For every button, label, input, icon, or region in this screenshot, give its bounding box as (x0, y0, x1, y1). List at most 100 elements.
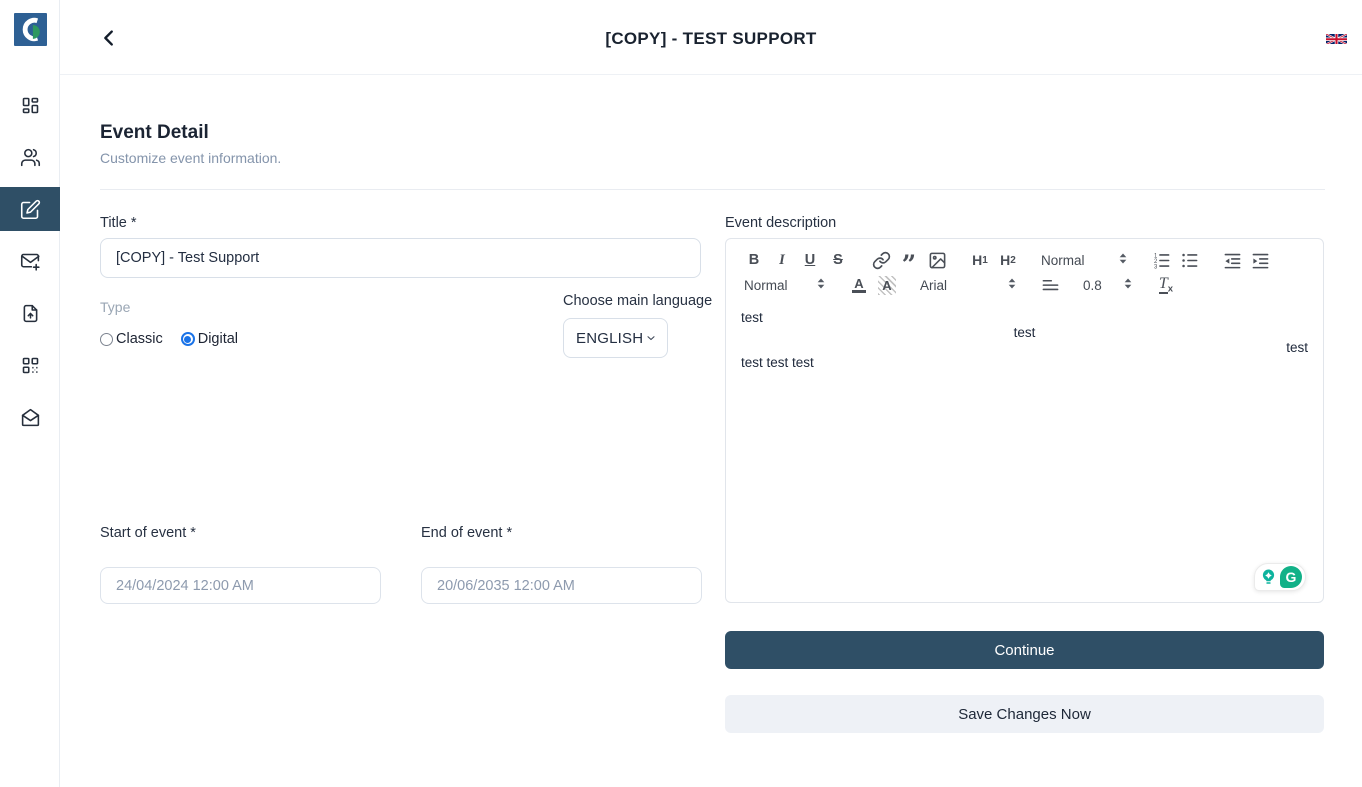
insert-image-button[interactable] (923, 248, 951, 272)
updown-arrows-icon (816, 277, 826, 293)
radio-digital-label: Digital (198, 331, 238, 347)
language-flag-uk[interactable] (1326, 31, 1347, 46)
main-content: Event Detail Customize event information… (60, 75, 1362, 787)
size-select-value: Normal (744, 278, 788, 293)
editor-line[interactable]: test test test (741, 355, 1308, 370)
page-title: Event Detail (100, 122, 209, 144)
background-color-icon: A (878, 276, 895, 295)
font-select[interactable]: Arial (916, 273, 1021, 297)
toolbar-row-2: Normal A A Arial (740, 273, 1311, 297)
updown-arrows-icon (1118, 252, 1128, 268)
heading2-button[interactable]: H2 (994, 248, 1022, 272)
bullet-list-icon (1180, 251, 1199, 270)
editor-line[interactable]: test (741, 340, 1308, 355)
paragraph-style-select[interactable]: Normal (1037, 248, 1132, 272)
radio-digital-checked[interactable] (181, 332, 195, 346)
ordered-list-button[interactable]: 1 2 3 (1147, 248, 1175, 272)
radio-classic-unchecked[interactable] (100, 333, 113, 346)
sidebar-item-mail-add[interactable] (0, 235, 60, 287)
ordered-list-icon: 1 2 3 (1152, 251, 1171, 270)
background-color-button[interactable]: A (873, 273, 901, 297)
grammarly-widget[interactable]: G (1254, 563, 1306, 591)
uk-flag-icon (1326, 34, 1347, 45)
mail-open-icon (20, 407, 41, 428)
radio-classic-label: Classic (116, 331, 163, 347)
toolbar-row-1: B I U S ” (740, 248, 1311, 272)
outdent-icon (1223, 251, 1242, 270)
italic-button[interactable]: I (768, 248, 796, 272)
paragraph-style-value: Normal (1041, 253, 1085, 268)
page-subtitle: Customize event information. (100, 150, 281, 166)
clear-format-icon: Tx (1159, 275, 1173, 295)
sidebar-item-dashboard[interactable] (0, 79, 60, 131)
text-color-button[interactable]: A (845, 273, 873, 297)
underline-button[interactable]: U (796, 248, 824, 272)
bullet-list-button[interactable] (1175, 248, 1203, 272)
image-icon (928, 251, 947, 270)
rich-text-editor: B I U S ” (725, 238, 1324, 603)
strikethrough-icon: S (833, 252, 843, 268)
underline-icon: U (805, 252, 815, 268)
indent-button[interactable] (1246, 248, 1274, 272)
sidebar-item-mail-open[interactable] (0, 391, 60, 443)
italic-icon: I (779, 252, 785, 269)
language-block: Choose main language ENGLISH (563, 293, 701, 358)
end-date-field: End of event * (421, 525, 702, 604)
event-form: Title * Type Classic Digital Choose main… (100, 215, 701, 635)
font-select-value: Arial (920, 278, 947, 293)
end-date-label: End of event * (421, 525, 702, 541)
grammarly-logo-icon: G (1280, 566, 1302, 588)
strikethrough-button[interactable]: S (824, 248, 852, 272)
type-radio-group: Classic Digital (100, 331, 250, 347)
mail-add-icon (20, 251, 41, 272)
updown-arrows-icon (1123, 277, 1133, 293)
sidebar-item-users[interactable] (0, 131, 60, 183)
clear-format-button[interactable]: Tx (1152, 273, 1180, 297)
save-changes-button[interactable]: Save Changes Now (725, 695, 1324, 733)
insert-link-button[interactable] (867, 248, 895, 272)
radio-option-classic[interactable]: Classic (100, 331, 163, 347)
end-date-input[interactable] (421, 567, 702, 604)
users-icon (20, 147, 41, 168)
editor-content[interactable]: test test test test test test (726, 302, 1323, 378)
updown-arrows-icon (1007, 277, 1017, 293)
sidebar-nav (0, 79, 60, 443)
sidebar-item-edit-event[interactable] (0, 187, 60, 231)
editor-toolbar: B I U S ” (726, 239, 1323, 302)
line-height-select[interactable]: 0.8 (1079, 273, 1137, 297)
bold-button[interactable]: B (740, 248, 768, 272)
continue-button[interactable]: Continue (725, 631, 1324, 669)
indent-icon (1251, 251, 1270, 270)
start-date-label: Start of event * (100, 525, 381, 541)
blockquote-button[interactable]: ” (895, 248, 923, 272)
link-icon (872, 251, 891, 270)
editor-line[interactable]: test (741, 310, 1308, 325)
blockquote-icon: ” (902, 261, 916, 269)
qr-code-icon (20, 355, 41, 376)
language-label: Choose main language (563, 293, 701, 309)
text-color-icon: A (852, 277, 865, 293)
app-logo[interactable] (14, 13, 47, 46)
sidebar-item-qr-code[interactable] (0, 339, 60, 391)
section-divider (100, 189, 1325, 190)
editor-line[interactable]: test (741, 325, 1308, 340)
start-date-input[interactable] (100, 567, 381, 604)
page-header-title: [COPY] - TEST SUPPORT (60, 29, 1362, 49)
start-date-field: Start of event * (100, 525, 381, 604)
edit-icon (20, 199, 41, 220)
radio-option-digital[interactable]: Digital (181, 331, 238, 347)
bold-icon: B (749, 252, 759, 268)
type-label: Type (100, 299, 130, 315)
size-select[interactable]: Normal (740, 273, 830, 297)
header: [COPY] - TEST SUPPORT (60, 0, 1362, 75)
language-select[interactable]: ENGLISH (563, 318, 668, 358)
svg-text:3: 3 (1153, 264, 1157, 270)
chevron-down-icon (645, 332, 657, 344)
sidebar-item-file-upload[interactable] (0, 287, 60, 339)
title-input[interactable] (100, 238, 701, 278)
dates-row: Start of event * End of event * (100, 525, 702, 604)
outdent-button[interactable] (1218, 248, 1246, 272)
heading1-button[interactable]: H1 (966, 248, 994, 272)
language-selected-value: ENGLISH (576, 330, 643, 347)
align-button[interactable] (1036, 273, 1064, 297)
